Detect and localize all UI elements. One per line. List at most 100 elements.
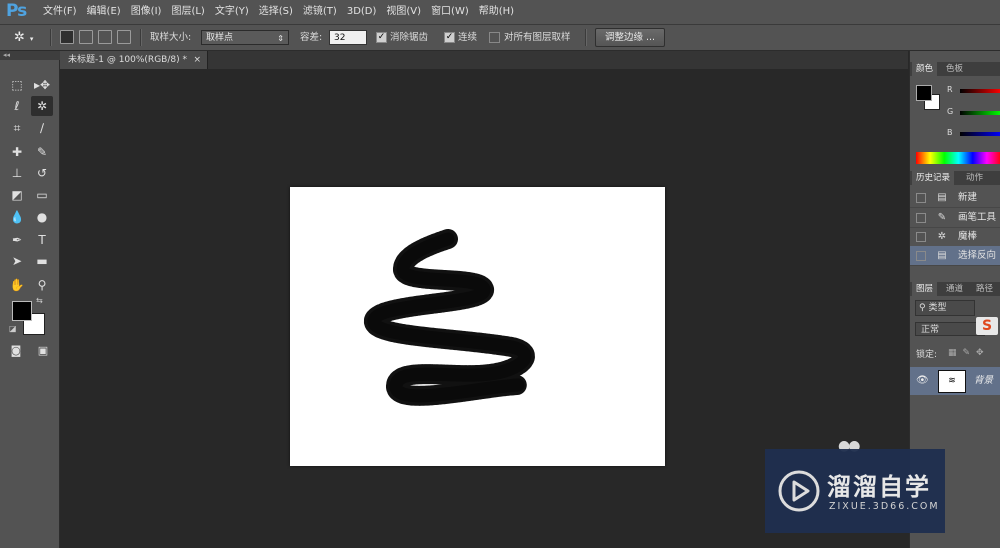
healing-brush-tool-icon[interactable]: ✚	[6, 142, 28, 162]
screen-mode-icon[interactable]: ▣	[32, 341, 54, 361]
history-snapshot-checkbox[interactable]	[916, 193, 926, 203]
blur-tool-icon[interactable]: 💧	[6, 207, 28, 227]
eyedropper-tool-icon[interactable]: ∕	[31, 118, 53, 138]
sample-size-label: 取样大小:	[150, 32, 192, 43]
layer-filter-label: 类型	[928, 303, 947, 313]
tolerance-input[interactable]: 32	[329, 30, 367, 45]
quick-mask-icon[interactable]: ◙	[5, 341, 27, 361]
type-tool-icon[interactable]: T	[31, 230, 53, 250]
eraser-tool-icon[interactable]: ◩	[6, 185, 28, 205]
document-tab-title: 未标题-1 @ 100%(RGB/8) *	[68, 55, 187, 65]
menu-layer[interactable]: 图层(L)	[166, 0, 209, 24]
history-snapshot-checkbox[interactable]	[916, 232, 926, 242]
magic-wand-preset-icon[interactable]: ✲ ▾	[14, 29, 44, 46]
add-to-selection-icon[interactable]	[79, 30, 93, 44]
blend-mode-select[interactable]: 正常	[915, 322, 985, 336]
input-method-badge-icon: S	[976, 317, 998, 335]
history-brush-tool-icon[interactable]: ↺	[31, 163, 53, 183]
default-colors-icon[interactable]: ◪	[9, 324, 17, 333]
contiguous-checkbox[interactable]: ✓	[444, 32, 455, 43]
foreground-color-swatch[interactable]	[12, 301, 32, 321]
menu-file[interactable]: 文件(F)	[38, 0, 82, 24]
history-snapshot-checkbox[interactable]	[916, 251, 926, 261]
tolerance-label: 容差:	[300, 32, 323, 43]
tab-channels[interactable]: 通道	[942, 282, 967, 296]
history-item-current[interactable]: ▤ 选择反向	[910, 246, 1000, 266]
close-document-icon[interactable]: ×	[193, 51, 201, 69]
contiguous-label: 连续	[458, 32, 478, 43]
crop-tool-icon[interactable]: ⌗	[6, 118, 28, 138]
clone-stamp-tool-icon[interactable]: ⊥	[6, 163, 28, 183]
green-slider[interactable]	[960, 111, 1000, 115]
subtract-from-selection-icon[interactable]	[98, 30, 112, 44]
menu-3d[interactable]: 3D(D)	[342, 0, 382, 24]
history-item-label: 选择反向	[958, 250, 997, 261]
brush-tool-icon[interactable]: ✎	[31, 142, 53, 162]
menu-window[interactable]: 窗口(W)	[426, 0, 474, 24]
channel-r-label: R	[947, 85, 953, 94]
lasso-tool-icon[interactable]: ℓ	[6, 96, 28, 116]
panel-foreground-swatch[interactable]	[916, 85, 932, 101]
history-item-label: 新建	[958, 192, 978, 203]
sample-all-layers-label: 对所有图层取样	[504, 32, 571, 43]
dodge-tool-icon[interactable]: ●	[31, 207, 53, 227]
antialias-label: 消除锯齿	[390, 32, 429, 43]
tab-actions[interactable]: 动作	[962, 171, 987, 185]
blue-slider[interactable]	[960, 132, 1000, 136]
options-bar: ✲ ▾ 取样大小: 取样点 ⇕ 容差: 32 ✓ 消除锯齿 ✓ 连续 对所有图层取…	[0, 25, 1000, 51]
layer-row[interactable]: 👁 ≋ 背景	[910, 367, 1000, 395]
brush-icon: ✎	[937, 212, 947, 223]
new-selection-mode-icon[interactable]	[60, 30, 74, 44]
select-arrows-icon: ⇕	[277, 34, 284, 43]
color-spectrum[interactable]	[916, 152, 1000, 164]
document-icon: ▤	[937, 250, 947, 261]
history-item-label: 魔棒	[958, 231, 978, 242]
gradient-tool-icon[interactable]: ▭	[31, 185, 53, 205]
hand-tool-icon[interactable]: ✋	[6, 275, 28, 295]
lock-options-icon[interactable]: ▦✎✥	[948, 348, 990, 358]
intersect-selection-icon[interactable]	[117, 30, 131, 44]
tab-color[interactable]: 颜色	[912, 62, 938, 76]
layer-thumbnail: ≋	[938, 370, 966, 393]
sample-size-select[interactable]: 取样点 ⇕	[201, 30, 289, 45]
history-item-label: 画笔工具	[958, 212, 997, 223]
swap-colors-icon[interactable]: ⇆	[36, 296, 43, 305]
tab-paths[interactable]: 路径	[972, 282, 997, 296]
history-panel-tabs: 历史记录 动作	[910, 171, 1000, 185]
menu-image[interactable]: 图像(I)	[126, 0, 167, 24]
menu-view[interactable]: 视图(V)	[381, 0, 426, 24]
watermark-overlay: 溜溜自学 ZIXUE.3D66.COM	[765, 449, 945, 533]
history-snapshot-checkbox[interactable]	[916, 213, 926, 223]
layer-filter-select[interactable]: ⚲ 类型	[915, 300, 975, 316]
menu-help[interactable]: 帮助(H)	[474, 0, 519, 24]
shape-tool-icon[interactable]: ▬	[31, 251, 53, 271]
menu-type[interactable]: 文字(Y)	[210, 0, 254, 24]
pen-tool-icon[interactable]: ✒	[6, 230, 28, 250]
menu-filter[interactable]: 滤镜(T)	[298, 0, 342, 24]
history-item[interactable]: ✲ 魔棒	[910, 227, 1000, 247]
magic-wand-tool-icon[interactable]: ✲	[31, 96, 53, 116]
tab-history[interactable]: 历史记录	[912, 171, 955, 185]
channel-b-label: B	[947, 128, 953, 137]
antialias-checkbox[interactable]: ✓	[376, 32, 387, 43]
path-selection-tool-icon[interactable]: ➤	[6, 251, 28, 271]
marquee-tool-icon[interactable]: ⬚	[6, 75, 28, 95]
tab-layers[interactable]: 图层	[912, 282, 938, 296]
history-item[interactable]: ✎ 画笔工具	[910, 208, 1000, 228]
document-icon: ▤	[937, 192, 947, 203]
move-tool-icon[interactable]: ▸✥	[31, 75, 53, 95]
document-canvas[interactable]	[290, 187, 665, 466]
red-slider[interactable]	[960, 89, 1000, 93]
document-tab[interactable]: 未标题-1 @ 100%(RGB/8) * ×	[60, 51, 208, 69]
tab-swatches[interactable]: 色板	[942, 62, 967, 76]
menu-edit[interactable]: 编辑(E)	[82, 0, 126, 24]
brush-stroke-artwork	[363, 228, 536, 407]
collapse-toolbox-icon[interactable]: ◂◂	[0, 51, 62, 60]
refine-edge-button[interactable]: 调整边缘 ...	[595, 28, 665, 47]
menu-list: 文件(F) 编辑(E) 图像(I) 图层(L) 文字(Y) 选择(S) 滤镜(T…	[38, 0, 519, 24]
zoom-tool-icon[interactable]: ⚲	[31, 275, 53, 295]
visibility-eye-icon[interactable]: 👁	[916, 375, 929, 386]
history-item[interactable]: ▤ 新建	[910, 188, 1000, 208]
menu-select[interactable]: 选择(S)	[254, 0, 298, 24]
sample-all-layers-checkbox[interactable]	[489, 32, 500, 43]
